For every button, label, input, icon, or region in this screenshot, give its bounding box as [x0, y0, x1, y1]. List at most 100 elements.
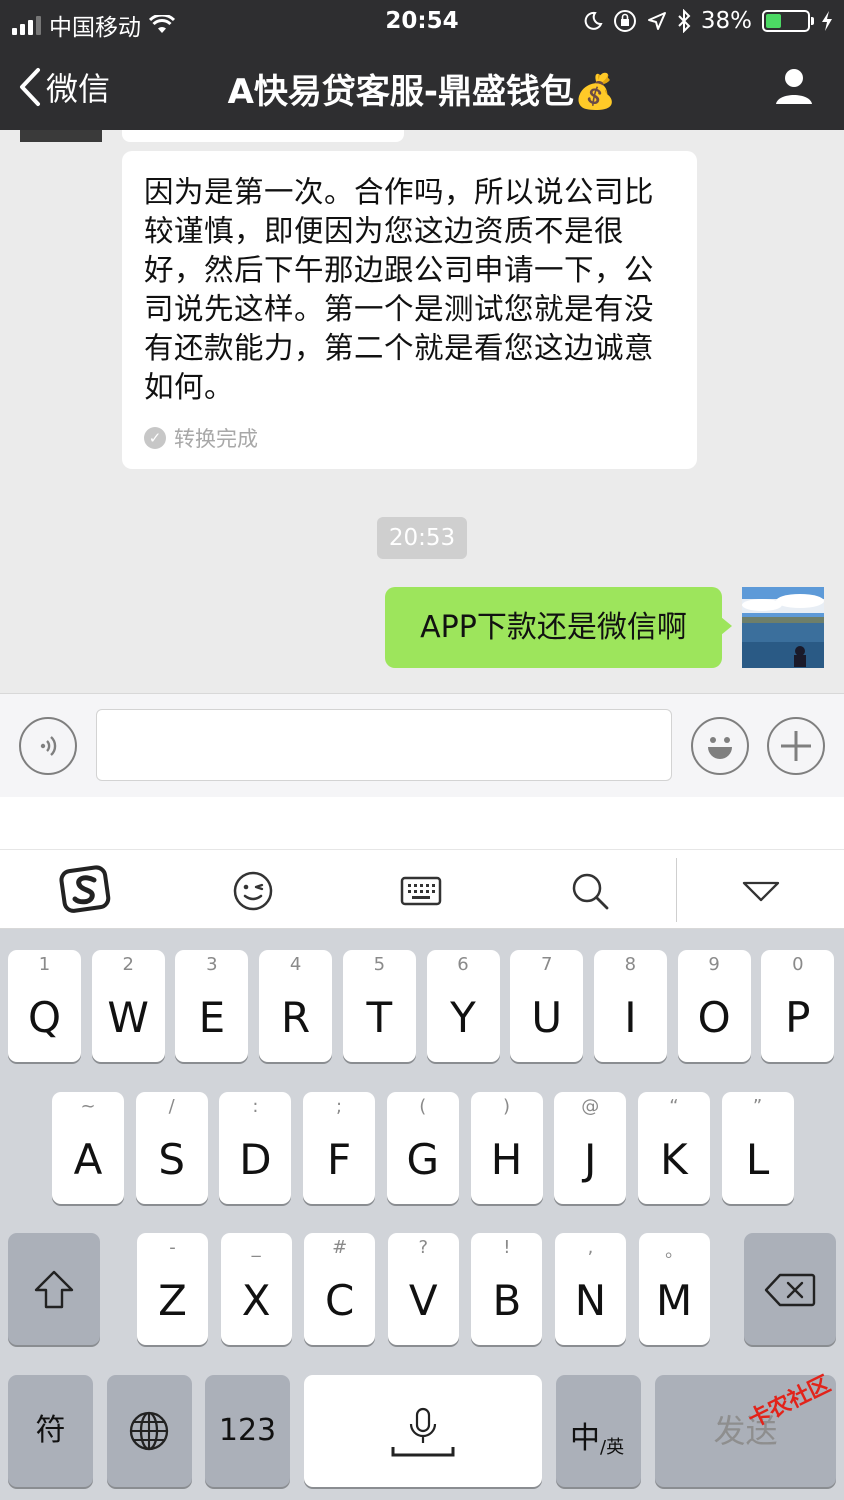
- globe-key[interactable]: [107, 1375, 192, 1487]
- key-s[interactable]: / S: [135, 1092, 208, 1204]
- key-hint: ,: [587, 1237, 594, 1258]
- key-label: I: [624, 993, 637, 1042]
- key-label: J: [583, 1135, 597, 1184]
- key-hint: ?: [418, 1237, 429, 1258]
- keyboard-spacer: [0, 797, 844, 849]
- key-n[interactable]: ,N: [555, 1233, 626, 1345]
- check-icon: ✓: [144, 427, 166, 449]
- key-u[interactable]: 7U: [510, 950, 584, 1062]
- key-label: G: [406, 1135, 440, 1184]
- symbols-label: 符: [35, 1413, 66, 1448]
- avatar[interactable]: [20, 130, 102, 142]
- battery-icon: [762, 10, 814, 32]
- key-x[interactable]: _ X: [220, 1233, 292, 1345]
- key-l[interactable]: ” L: [721, 1092, 794, 1204]
- key-label: D: [239, 1135, 272, 1184]
- key-g[interactable]: (G: [386, 1092, 459, 1204]
- key-e[interactable]: 3E: [175, 950, 249, 1062]
- key-b[interactable]: ! B: [471, 1233, 543, 1345]
- top-bar: 中国移动 20:54 38% 微信 A快易贷客服-鼎盛钱包💰: [0, 0, 844, 130]
- message-timestamp: 20:53: [377, 517, 467, 559]
- numbers-key[interactable]: 123: [205, 1375, 290, 1487]
- key-label: Q: [27, 993, 62, 1042]
- key-h[interactable]: ) H: [470, 1092, 543, 1204]
- key-hint: !: [503, 1237, 511, 1258]
- key-hint: 1: [38, 954, 51, 975]
- key-d[interactable]: :D: [219, 1092, 292, 1204]
- numbers-label: 123: [218, 1413, 277, 1448]
- key-a[interactable]: ~ A: [52, 1092, 124, 1204]
- key-hint: 3: [206, 954, 218, 975]
- key-label: K: [660, 1135, 688, 1184]
- search-icon[interactable]: [565, 866, 615, 916]
- shift-key[interactable]: [8, 1233, 100, 1345]
- space-key[interactable]: [304, 1375, 542, 1487]
- person-icon[interactable]: [774, 66, 814, 106]
- message-text: 因为是第一次。合作吗，所以说公司比较谨慎，即便因为您这边资质不是很好，然后下午那…: [144, 175, 655, 404]
- language-switch-key[interactable]: 中 /英: [556, 1375, 641, 1487]
- message-bubble: [122, 130, 404, 142]
- keyboard: 符 123 中 /英 发送 1 Q 2 W 3 E 4 R 5 T 6 Y 7 U 8 I 9 O 0 P ~ A / S: D…: [0, 929, 844, 1500]
- key-f[interactable]: ; F: [303, 1092, 376, 1204]
- key-hint: 7: [540, 954, 553, 975]
- collapse-icon[interactable]: [736, 866, 786, 916]
- message-input[interactable]: [96, 709, 672, 781]
- key-label: P: [785, 993, 811, 1042]
- key-hint: 6: [457, 954, 469, 975]
- key-label: U: [531, 993, 563, 1042]
- key-hint: 5: [373, 954, 386, 975]
- key-t[interactable]: 5T: [342, 950, 416, 1062]
- key-label: C: [325, 1276, 355, 1325]
- key-p[interactable]: 0P: [761, 950, 835, 1062]
- my-avatar[interactable]: [742, 587, 824, 668]
- backspace-icon: [764, 1273, 816, 1307]
- sogou-logo-icon[interactable]: [58, 862, 114, 918]
- key-label: L: [745, 1135, 770, 1184]
- key-label: F: [327, 1135, 352, 1184]
- wink-emoji-icon[interactable]: [228, 866, 278, 916]
- key-k[interactable]: “K: [637, 1092, 710, 1204]
- key-hint: “: [669, 1096, 679, 1117]
- key-label: T: [366, 993, 393, 1042]
- chat-area[interactable]: 因为是第一次。合作吗，所以说公司比较谨慎，即便因为您这边资质不是很好，然后下午那…: [0, 130, 844, 693]
- key-label: B: [492, 1276, 522, 1325]
- key-hint: -: [169, 1237, 176, 1258]
- toolbar-divider: [676, 858, 677, 922]
- chat-title: A快易贷客服-鼎盛钱包💰: [227, 72, 617, 112]
- key-q[interactable]: 1Q: [8, 950, 81, 1062]
- key-hint: 。: [665, 1241, 684, 1262]
- key-v[interactable]: ? V: [387, 1233, 459, 1345]
- key-r[interactable]: 4R: [259, 950, 333, 1062]
- key-z[interactable]: -Z: [137, 1233, 208, 1345]
- key-label: H: [490, 1135, 523, 1184]
- key-y[interactable]: 6Y: [426, 950, 500, 1062]
- outgoing-message[interactable]: APP下款还是微信啊: [385, 587, 732, 668]
- shift-icon: [34, 1270, 74, 1309]
- symbols-key[interactable]: 符: [8, 1375, 93, 1487]
- key-hint: @: [581, 1096, 600, 1117]
- key-hint: ”: [752, 1096, 763, 1117]
- voice-input-button[interactable]: [19, 717, 77, 775]
- keyboard-icon[interactable]: [396, 866, 446, 916]
- emoji-button[interactable]: [691, 717, 749, 775]
- key-m[interactable]: 。 M: [638, 1233, 710, 1345]
- backspace-key[interactable]: [744, 1233, 836, 1345]
- key-j[interactable]: @ J: [554, 1092, 627, 1204]
- status-bar: 中国移动 20:54 38%: [0, 0, 844, 44]
- more-button[interactable]: [767, 717, 825, 775]
- nav-bar: 微信 A快易贷客服-鼎盛钱包💰: [0, 44, 844, 130]
- key-i[interactable]: 8I: [593, 950, 667, 1062]
- key-hint: 0: [792, 954, 804, 975]
- bluetooth-icon: [678, 9, 691, 33]
- voice-icon: [40, 736, 57, 756]
- incoming-message[interactable]: 因为是第一次。合作吗，所以说公司比较谨慎，即便因为您这边资质不是很好，然后下午那…: [122, 151, 697, 469]
- key-w[interactable]: 2W: [91, 950, 165, 1062]
- key-o[interactable]: 9O: [677, 950, 751, 1062]
- keyboard-toolbar: [0, 849, 844, 929]
- conversion-status: ✓ 转换完成: [144, 423, 258, 453]
- avatar-photo: [742, 587, 824, 668]
- emoji-icon: [708, 737, 732, 759]
- moon-icon: [584, 11, 603, 30]
- key-c[interactable]: # C: [304, 1233, 376, 1345]
- key-label: Y: [450, 993, 476, 1042]
